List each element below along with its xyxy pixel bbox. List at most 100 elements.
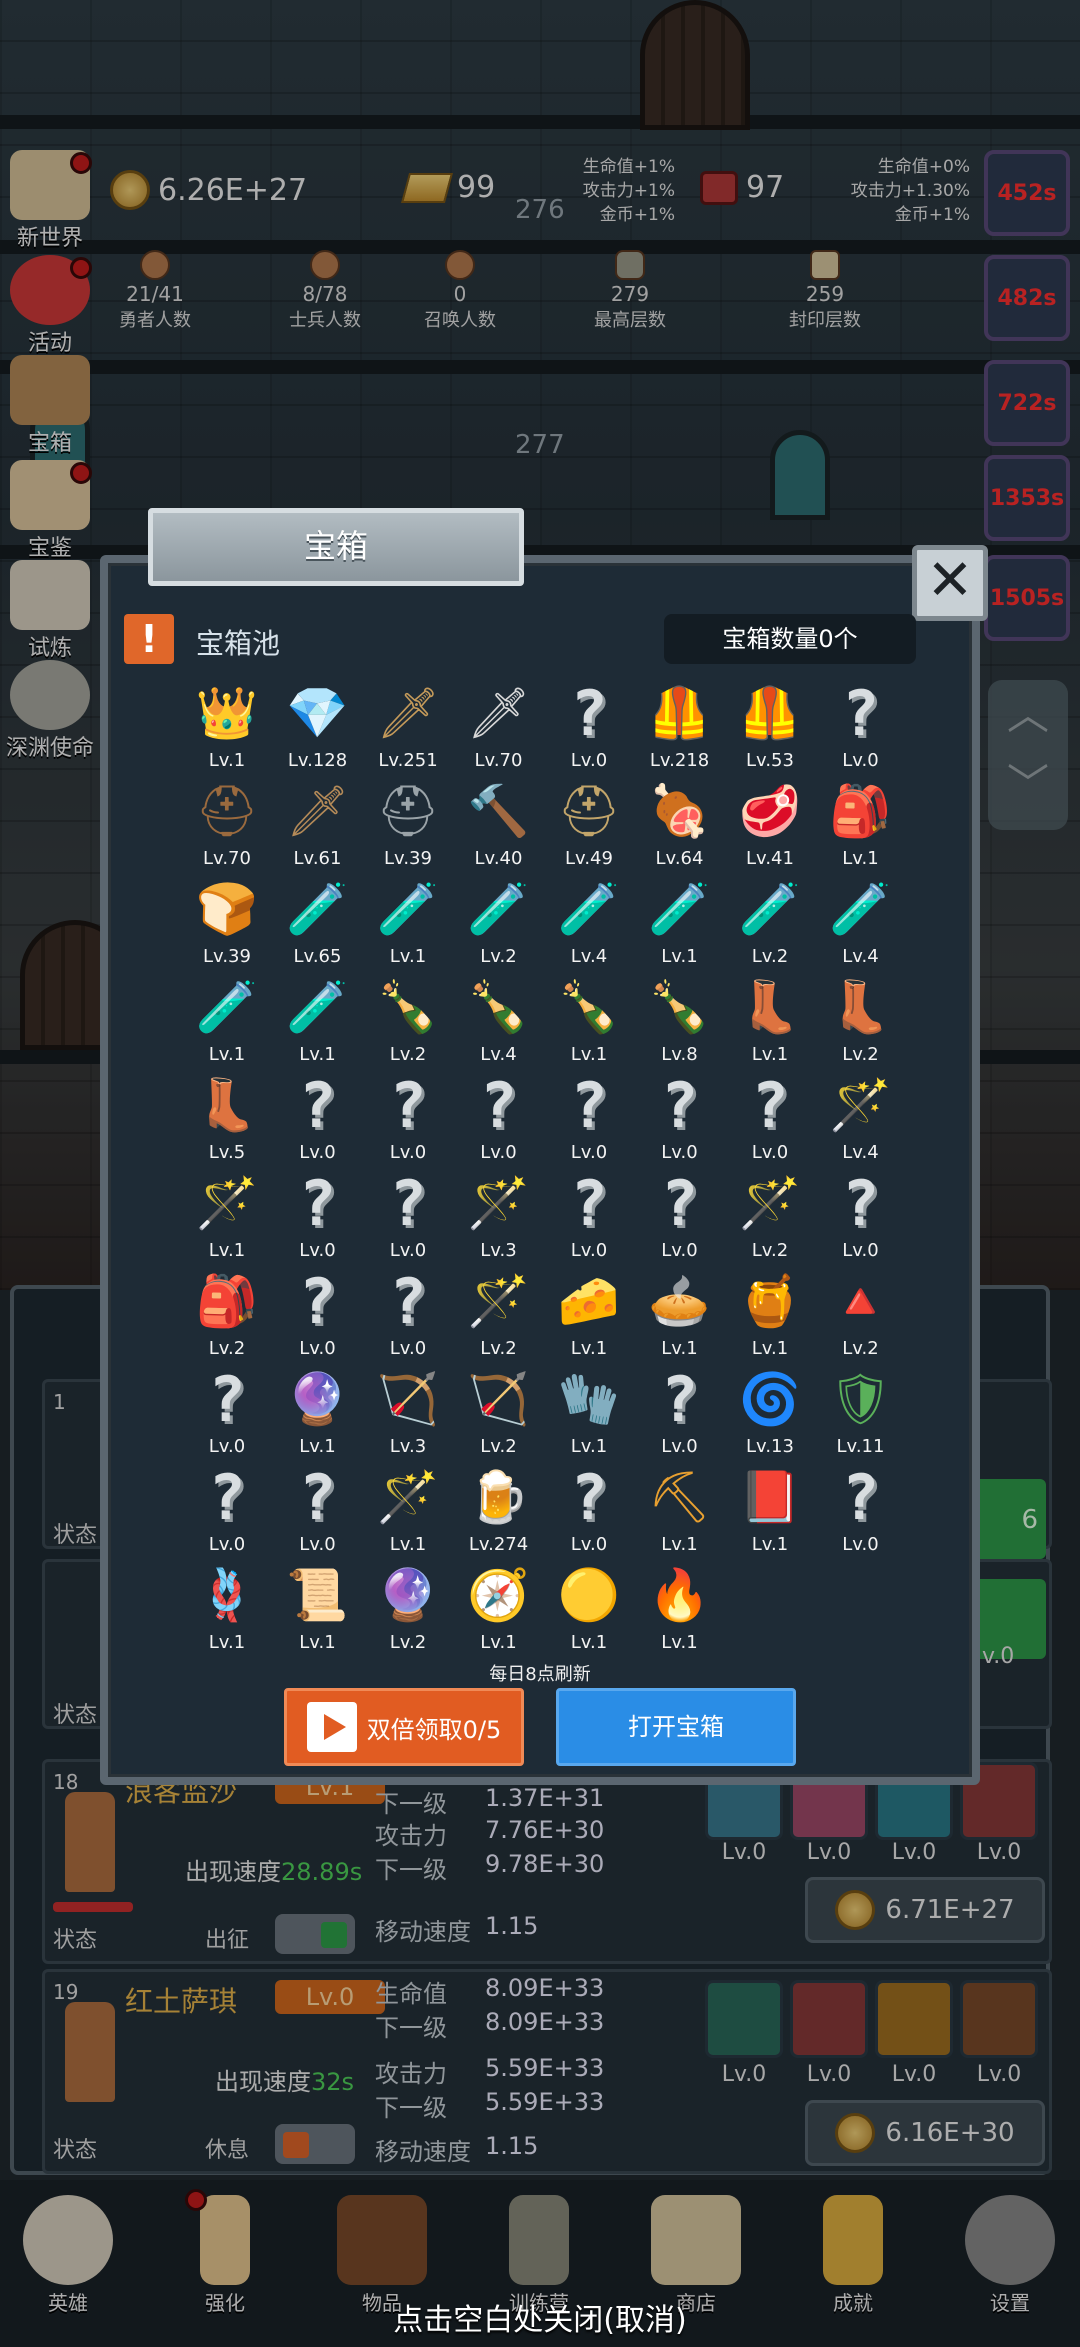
item-slot[interactable]: 🔮 Lv.2 <box>363 1562 453 1658</box>
question-mark-icon: ? <box>389 1264 427 1338</box>
item-slot[interactable]: ⛑ Lv.70 <box>182 778 272 874</box>
item-slot[interactable]: 🧀 Lv.1 <box>544 1268 634 1364</box>
locked-item-slot[interactable]: ? Lv.0 <box>544 676 634 776</box>
item-slot[interactable]: 🪄 Lv.1 <box>363 1464 453 1560</box>
item-icon: 👢 <box>829 977 892 1036</box>
item-slot[interactable]: 🟡 Lv.1 <box>544 1562 634 1658</box>
item-slot[interactable]: 🍾 Lv.4 <box>454 974 544 1070</box>
locked-item-slot[interactable]: ? Lv.0 <box>816 1461 906 1560</box>
item-icon: 🪄 <box>467 1271 530 1330</box>
locked-item-slot[interactable]: ? Lv.0 <box>273 1265 363 1364</box>
item-slot[interactable]: 🪄 Lv.1 <box>182 1170 272 1266</box>
locked-item-slot[interactable]: ? Lv.0 <box>544 1167 634 1266</box>
locked-item-slot[interactable]: ? Lv.0 <box>816 1167 906 1266</box>
item-slot[interactable]: 🗡 Lv.251 <box>363 680 453 776</box>
locked-item-slot[interactable]: ? Lv.0 <box>635 1363 725 1462</box>
item-slot[interactable]: 🪄 Lv.3 <box>454 1170 544 1266</box>
item-slot[interactable]: 🦺 Lv.53 <box>725 680 815 776</box>
item-slot[interactable]: 👢 Lv.2 <box>816 974 906 1070</box>
item-slot[interactable]: 🏹 Lv.3 <box>363 1366 453 1462</box>
item-slot[interactable]: 🦺 Lv.218 <box>635 680 725 776</box>
item-slot[interactable]: 🎒 Lv.1 <box>816 778 906 874</box>
item-icon: 🪄 <box>467 1173 530 1232</box>
question-mark-icon: ? <box>570 676 608 750</box>
close-icon: ✕ <box>926 548 974 613</box>
locked-item-slot[interactable]: ? Lv.0 <box>363 1264 453 1364</box>
locked-item-slot[interactable]: ? Lv.0 <box>544 1461 634 1560</box>
item-slot[interactable]: 🗡 Lv.61 <box>273 778 363 874</box>
item-slot[interactable]: 🌀 Lv.13 <box>725 1366 815 1462</box>
item-slot[interactable]: 🧪 Lv.1 <box>182 974 272 1070</box>
locked-item-slot[interactable]: ? Lv.0 <box>725 1068 815 1168</box>
locked-item-slot[interactable]: ? Lv.0 <box>635 1069 725 1168</box>
item-slot[interactable]: 🏹 Lv.2 <box>454 1366 544 1462</box>
item-slot[interactable]: 🗡 Lv.70 <box>454 680 544 776</box>
item-slot[interactable]: 🪄 Lv.2 <box>454 1268 544 1364</box>
locked-item-slot[interactable]: ? Lv.0 <box>363 1069 453 1168</box>
item-level: Lv.1 <box>363 946 453 968</box>
close-button[interactable]: ✕ <box>912 545 988 621</box>
item-slot[interactable]: 👑 Lv.1 <box>182 680 272 776</box>
item-level: Lv.0 <box>363 1142 453 1164</box>
item-slot[interactable]: 🔺 Lv.2 <box>816 1268 906 1364</box>
item-slot[interactable]: 🧪 Lv.4 <box>544 876 634 972</box>
open-chest-button[interactable]: 打开宝箱 <box>556 1688 796 1766</box>
item-slot[interactable]: 🥩 Lv.41 <box>725 778 815 874</box>
item-slot[interactable]: 🧤 Lv.1 <box>544 1366 634 1462</box>
locked-item-slot[interactable]: ? Lv.0 <box>544 1069 634 1168</box>
item-icon: 🎒 <box>195 1271 259 1330</box>
item-slot[interactable]: 📕 Lv.1 <box>725 1464 815 1560</box>
locked-item-slot[interactable]: ? Lv.0 <box>635 1167 725 1266</box>
item-slot[interactable]: 🪢 Lv.1 <box>182 1562 272 1658</box>
item-slot[interactable]: 🧪 Lv.2 <box>454 876 544 972</box>
item-slot[interactable]: 🧪 Lv.1 <box>273 974 363 1070</box>
item-icon: 🟡 <box>557 1565 621 1624</box>
question-mark-icon: ? <box>751 1068 789 1142</box>
item-slot[interactable]: 👢 Lv.1 <box>725 974 815 1070</box>
item-slot[interactable]: 🛡 Lv.11 <box>816 1366 906 1462</box>
item-slot[interactable]: 🔮 Lv.1 <box>273 1366 363 1462</box>
locked-item-slot[interactable]: ? Lv.0 <box>273 1167 363 1266</box>
item-slot[interactable]: 👢 Lv.5 <box>182 1072 272 1168</box>
item-slot[interactable]: 🧪 Lv.4 <box>816 876 906 972</box>
item-slot[interactable]: 🍾 Lv.8 <box>635 974 725 1070</box>
item-slot[interactable]: ⛑ Lv.49 <box>544 778 634 874</box>
item-slot[interactable]: 🍾 Lv.2 <box>363 974 453 1070</box>
locked-item-slot[interactable]: ? Lv.0 <box>454 1069 544 1168</box>
item-slot[interactable]: 🎒 Lv.2 <box>182 1268 272 1364</box>
item-slot[interactable]: 🥧 Lv.1 <box>635 1268 725 1364</box>
item-level: Lv.251 <box>363 750 453 772</box>
item-slot[interactable]: 🪄 Lv.4 <box>816 1072 906 1168</box>
locked-item-slot[interactable]: ? Lv.0 <box>182 1460 272 1560</box>
item-icon: 🥧 <box>648 1271 711 1330</box>
item-slot[interactable]: 🍞 Lv.39 <box>182 876 272 972</box>
locked-item-slot[interactable]: ? Lv.0 <box>363 1167 453 1266</box>
item-slot[interactable]: 💎 Lv.128 <box>273 680 363 776</box>
locked-item-slot[interactable]: ? Lv.0 <box>816 677 906 776</box>
locked-item-slot[interactable]: ? Lv.0 <box>273 1461 363 1560</box>
item-slot[interactable]: 🔨 Lv.40 <box>454 778 544 874</box>
item-slot[interactable]: 🧪 Lv.65 <box>273 876 363 972</box>
locked-item-slot[interactable]: ? Lv.0 <box>182 1363 272 1462</box>
item-slot[interactable]: 🍾 Lv.1 <box>544 974 634 1070</box>
item-slot[interactable]: 🧪 Lv.1 <box>363 876 453 972</box>
question-mark-icon: ? <box>208 1460 246 1534</box>
item-slot[interactable]: 🧪 Lv.1 <box>635 876 725 972</box>
close-hint[interactable]: 点击空白处关闭(取消) <box>0 2295 1080 2339</box>
item-slot[interactable]: 🍺 Lv.274 <box>454 1464 544 1560</box>
item-level: Lv.1 <box>544 1338 634 1360</box>
item-level: Lv.0 <box>544 1142 634 1164</box>
locked-item-slot[interactable]: ? Lv.0 <box>273 1069 363 1168</box>
item-slot[interactable]: 🪄 Lv.2 <box>725 1170 815 1266</box>
item-slot[interactable]: ⛑ Lv.39 <box>363 778 453 874</box>
item-level: Lv.1 <box>725 1044 815 1066</box>
item-slot[interactable]: ⛏ Lv.1 <box>635 1464 725 1560</box>
item-slot[interactable]: 🍯 Lv.1 <box>725 1268 815 1364</box>
refresh-note: 每日8点刷新 <box>489 1664 591 1685</box>
item-slot[interactable]: 🧭 Lv.1 <box>454 1562 544 1658</box>
item-slot[interactable]: 🔥 Lv.1 <box>635 1562 725 1658</box>
double-claim-button[interactable]: 双倍领取0/5 <box>284 1688 524 1766</box>
item-slot[interactable]: 🧪 Lv.2 <box>725 876 815 972</box>
item-slot[interactable]: 📜 Lv.1 <box>273 1562 363 1658</box>
item-slot[interactable]: 🍖 Lv.64 <box>635 778 725 874</box>
